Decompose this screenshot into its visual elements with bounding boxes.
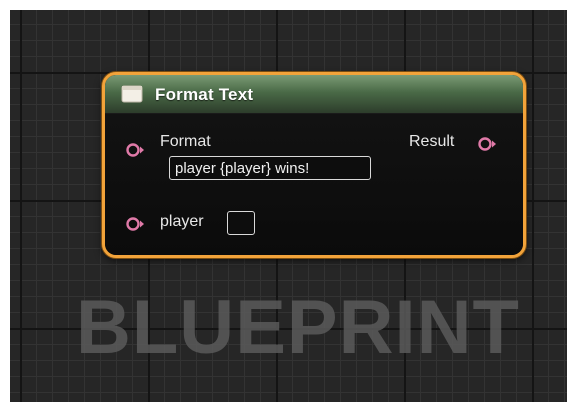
blueprint-watermark: BLUEPRINT (76, 285, 520, 370)
format-text-node[interactable]: Format Text Format player {player} wins!… (102, 72, 526, 258)
player-input-pin-icon[interactable] (125, 216, 145, 232)
node-body: Format player {player} wins! Result play… (105, 114, 523, 255)
format-input-pin-icon[interactable] (125, 142, 145, 158)
result-output-pin-icon[interactable] (477, 136, 497, 152)
function-icon (121, 85, 143, 103)
node-header[interactable]: Format Text (105, 75, 523, 114)
player-text-field[interactable] (227, 211, 255, 235)
result-pin-label: Result (409, 133, 455, 150)
format-text-field[interactable]: player {player} wins! (169, 156, 371, 180)
player-pin-label: player (160, 213, 204, 230)
node-title: Format Text (155, 85, 254, 104)
format-pin-label: Format (160, 133, 211, 150)
blueprint-graph-canvas[interactable]: BLUEPRINT Format Text Format player {pla… (10, 10, 567, 402)
